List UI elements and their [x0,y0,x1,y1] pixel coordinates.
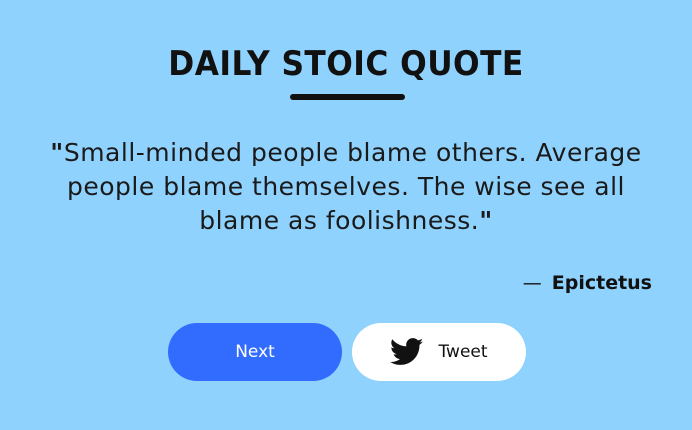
quote-close-mark: " [479,206,493,235]
next-button-label: Next [235,342,275,362]
author-name: Epictetus [551,272,652,294]
tweet-button-label: Tweet [438,342,488,362]
twitter-bird-icon [390,338,424,366]
title-underline [290,94,405,100]
quote-text: "Small-minded people blame others. Avera… [30,136,662,238]
quote-open-mark: " [50,138,64,167]
page-title: DAILY STOIC QUOTE [168,44,524,84]
quote-card: DAILY STOIC QUOTE "Small-minded people b… [0,0,692,430]
quote-author: — Epictetus [523,272,652,294]
author-dash: — [522,272,542,294]
quote-body: Small-minded people blame others. Averag… [63,138,642,235]
tweet-button[interactable]: Tweet [352,323,526,381]
next-button[interactable]: Next [168,323,342,381]
